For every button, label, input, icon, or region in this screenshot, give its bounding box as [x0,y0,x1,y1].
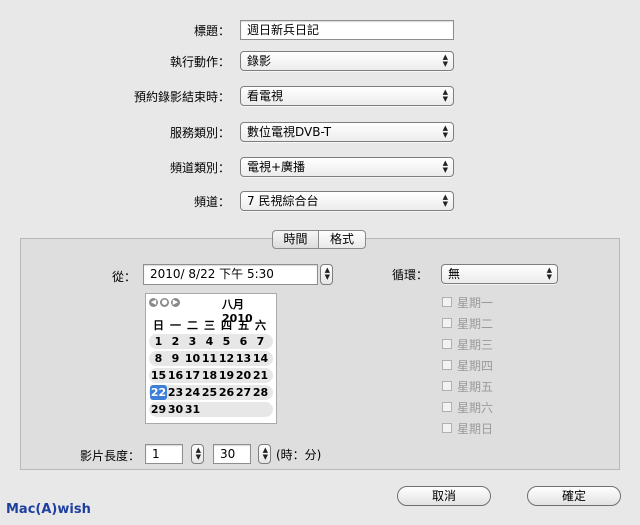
popup-arrows-icon: ▲ ▼ [442,88,448,103]
weekday-header: 六 [255,319,266,332]
title-input[interactable]: 週日新兵日記 [240,20,454,40]
calendar-day[interactable]: 20 [235,368,252,383]
action-value: 錄影 [247,54,272,68]
watermark-logo: Mac(A)wish [6,502,91,517]
next-month-icon[interactable]: ▶ [171,298,180,307]
ok-button[interactable]: 確定 [527,486,621,506]
weekday-header: 一 [170,319,181,332]
from-label: 從： [111,270,136,284]
weekday-header: 二 [187,319,198,332]
endtime-value: 看電視 [247,89,284,103]
service-value: 數位電視DVB-T [247,125,332,139]
calendar-day[interactable]: 18 [201,368,218,383]
hours-stepper[interactable]: ▲ ▼ [191,444,204,464]
calendar[interactable]: ◀ ● ▶ 八月 2010 日一二三四五六 1 2 3 4 5 6 7 8 9 10 11 12 13 14… [145,293,277,424]
popup-arrows-icon: ▲ ▼ [442,124,448,139]
minutes-field[interactable]: 30 [213,444,251,464]
channel-popup[interactable]: 7 民視綜合台 ▲ ▼ [240,191,454,211]
endtime-popup[interactable]: 看電視 ▲ ▼ [240,86,454,106]
repeat-value: 無 [448,267,461,281]
stepper-arrows-icon: ▲ ▼ [262,446,268,461]
weekday-checkbox-label: 星期六 [457,401,494,415]
weekday-checkbox-label: 星期五 [457,380,494,394]
title-label: 標題： [193,24,230,38]
calendar-day[interactable]: 12 [218,351,235,366]
stepper-arrows-icon: ▲ ▼ [324,266,330,281]
calendar-day[interactable]: 1 [150,334,167,349]
calendar-day[interactable]: 25 [201,385,218,400]
calendar-day[interactable]: 17 [184,368,201,383]
duration-label: 影片長度： [79,449,140,463]
calendar-day[interactable]: 5 [218,334,235,349]
calendar-day[interactable]: 2 [167,334,184,349]
calendar-day[interactable]: 29 [150,402,167,417]
calendar-day[interactable]: 4 [201,334,218,349]
weekday-header: 日 [153,319,164,332]
today-icon[interactable]: ● [160,298,169,307]
action-popup[interactable]: 錄影 ▲ ▼ [240,51,454,71]
calendar-day[interactable]: 11 [201,351,218,366]
calendar-day[interactable]: 7 [252,334,269,349]
cancel-button[interactable]: 取消 [397,486,491,506]
calendar-day[interactable]: 19 [218,368,235,383]
channel-value: 7 民視綜合台 [247,194,319,208]
channel-label: 頻道： [193,195,230,209]
tab-format[interactable]: 格式 [318,230,366,249]
calendar-day[interactable]: 9 [167,351,184,366]
weekday-checkbox-label: 星期一 [457,296,494,310]
weekday-checkbox[interactable] [442,339,452,349]
weekday-checkbox-label: 星期四 [457,359,494,373]
weekday-checkbox[interactable] [442,360,452,370]
calendar-day[interactable]: 10 [184,351,201,366]
action-label: 執行動作： [169,55,230,69]
calendar-day[interactable]: 13 [235,351,252,366]
popup-arrows-icon: ▲ ▼ [442,193,448,208]
calendar-day[interactable]: 28 [252,385,269,400]
weekday-checkbox-label: 星期三 [457,338,494,352]
calendar-day[interactable]: 24 [184,385,201,400]
calendar-day[interactable]: 31 [184,402,201,417]
weekday-checkbox[interactable] [442,423,452,433]
calendar-day[interactable]: 14 [252,351,269,366]
calendar-day[interactable]: 15 [150,368,167,383]
prev-month-icon[interactable]: ◀ [149,298,158,307]
from-stepper[interactable]: ▲ ▼ [320,264,333,285]
calendar-day[interactable]: 8 [150,351,167,366]
calendar-day[interactable]: 23 [167,385,184,400]
popup-arrows-icon: ▲ ▼ [442,53,448,68]
calendar-day[interactable]: 16 [167,368,184,383]
duration-unit: (時：分) [276,448,322,462]
repeat-popup[interactable]: 無 ▲ ▼ [441,264,558,284]
weekday-header: 四 [221,319,232,332]
weekday-checkbox-label: 星期日 [457,422,494,436]
weekday-checkbox-label: 星期二 [457,317,494,331]
from-datetime-field[interactable]: 2010/ 8/22 下午 5:30 [143,264,318,285]
weekday-checkbox[interactable] [442,318,452,328]
calendar-day[interactable]: 30 [167,402,184,417]
calendar-day[interactable]: 27 [235,385,252,400]
tab-time[interactable]: 時間 [272,230,319,249]
weekday-checkbox[interactable] [442,381,452,391]
popup-arrows-icon: ▲ ▼ [546,266,552,281]
calendar-day[interactable]: 6 [235,334,252,349]
stepper-arrows-icon: ▲ ▼ [195,446,201,461]
service-popup[interactable]: 數位電視DVB-T ▲ ▼ [240,122,454,142]
channeltype-label: 頻道類別： [169,161,230,175]
weekday-checkbox[interactable] [442,402,452,412]
calendar-day[interactable]: 26 [218,385,235,400]
service-label: 服務類別： [169,126,230,140]
channeltype-popup[interactable]: 電視+廣播 ▲ ▼ [240,157,454,177]
repeat-label: 循環： [391,268,428,282]
weekday-checkbox[interactable] [442,297,452,307]
hours-field[interactable]: 1 [145,444,183,464]
weekday-header: 三 [204,319,215,332]
calendar-day[interactable]: 3 [184,334,201,349]
popup-arrows-icon: ▲ ▼ [442,159,448,174]
minutes-stepper[interactable]: ▲ ▼ [258,444,271,464]
endtime-label: 預約錄影結束時： [133,90,230,104]
weekday-header: 五 [238,319,249,332]
calendar-day[interactable]: 22 [150,385,167,400]
calendar-day[interactable]: 21 [252,368,269,383]
channeltype-value: 電視+廣播 [247,160,306,174]
